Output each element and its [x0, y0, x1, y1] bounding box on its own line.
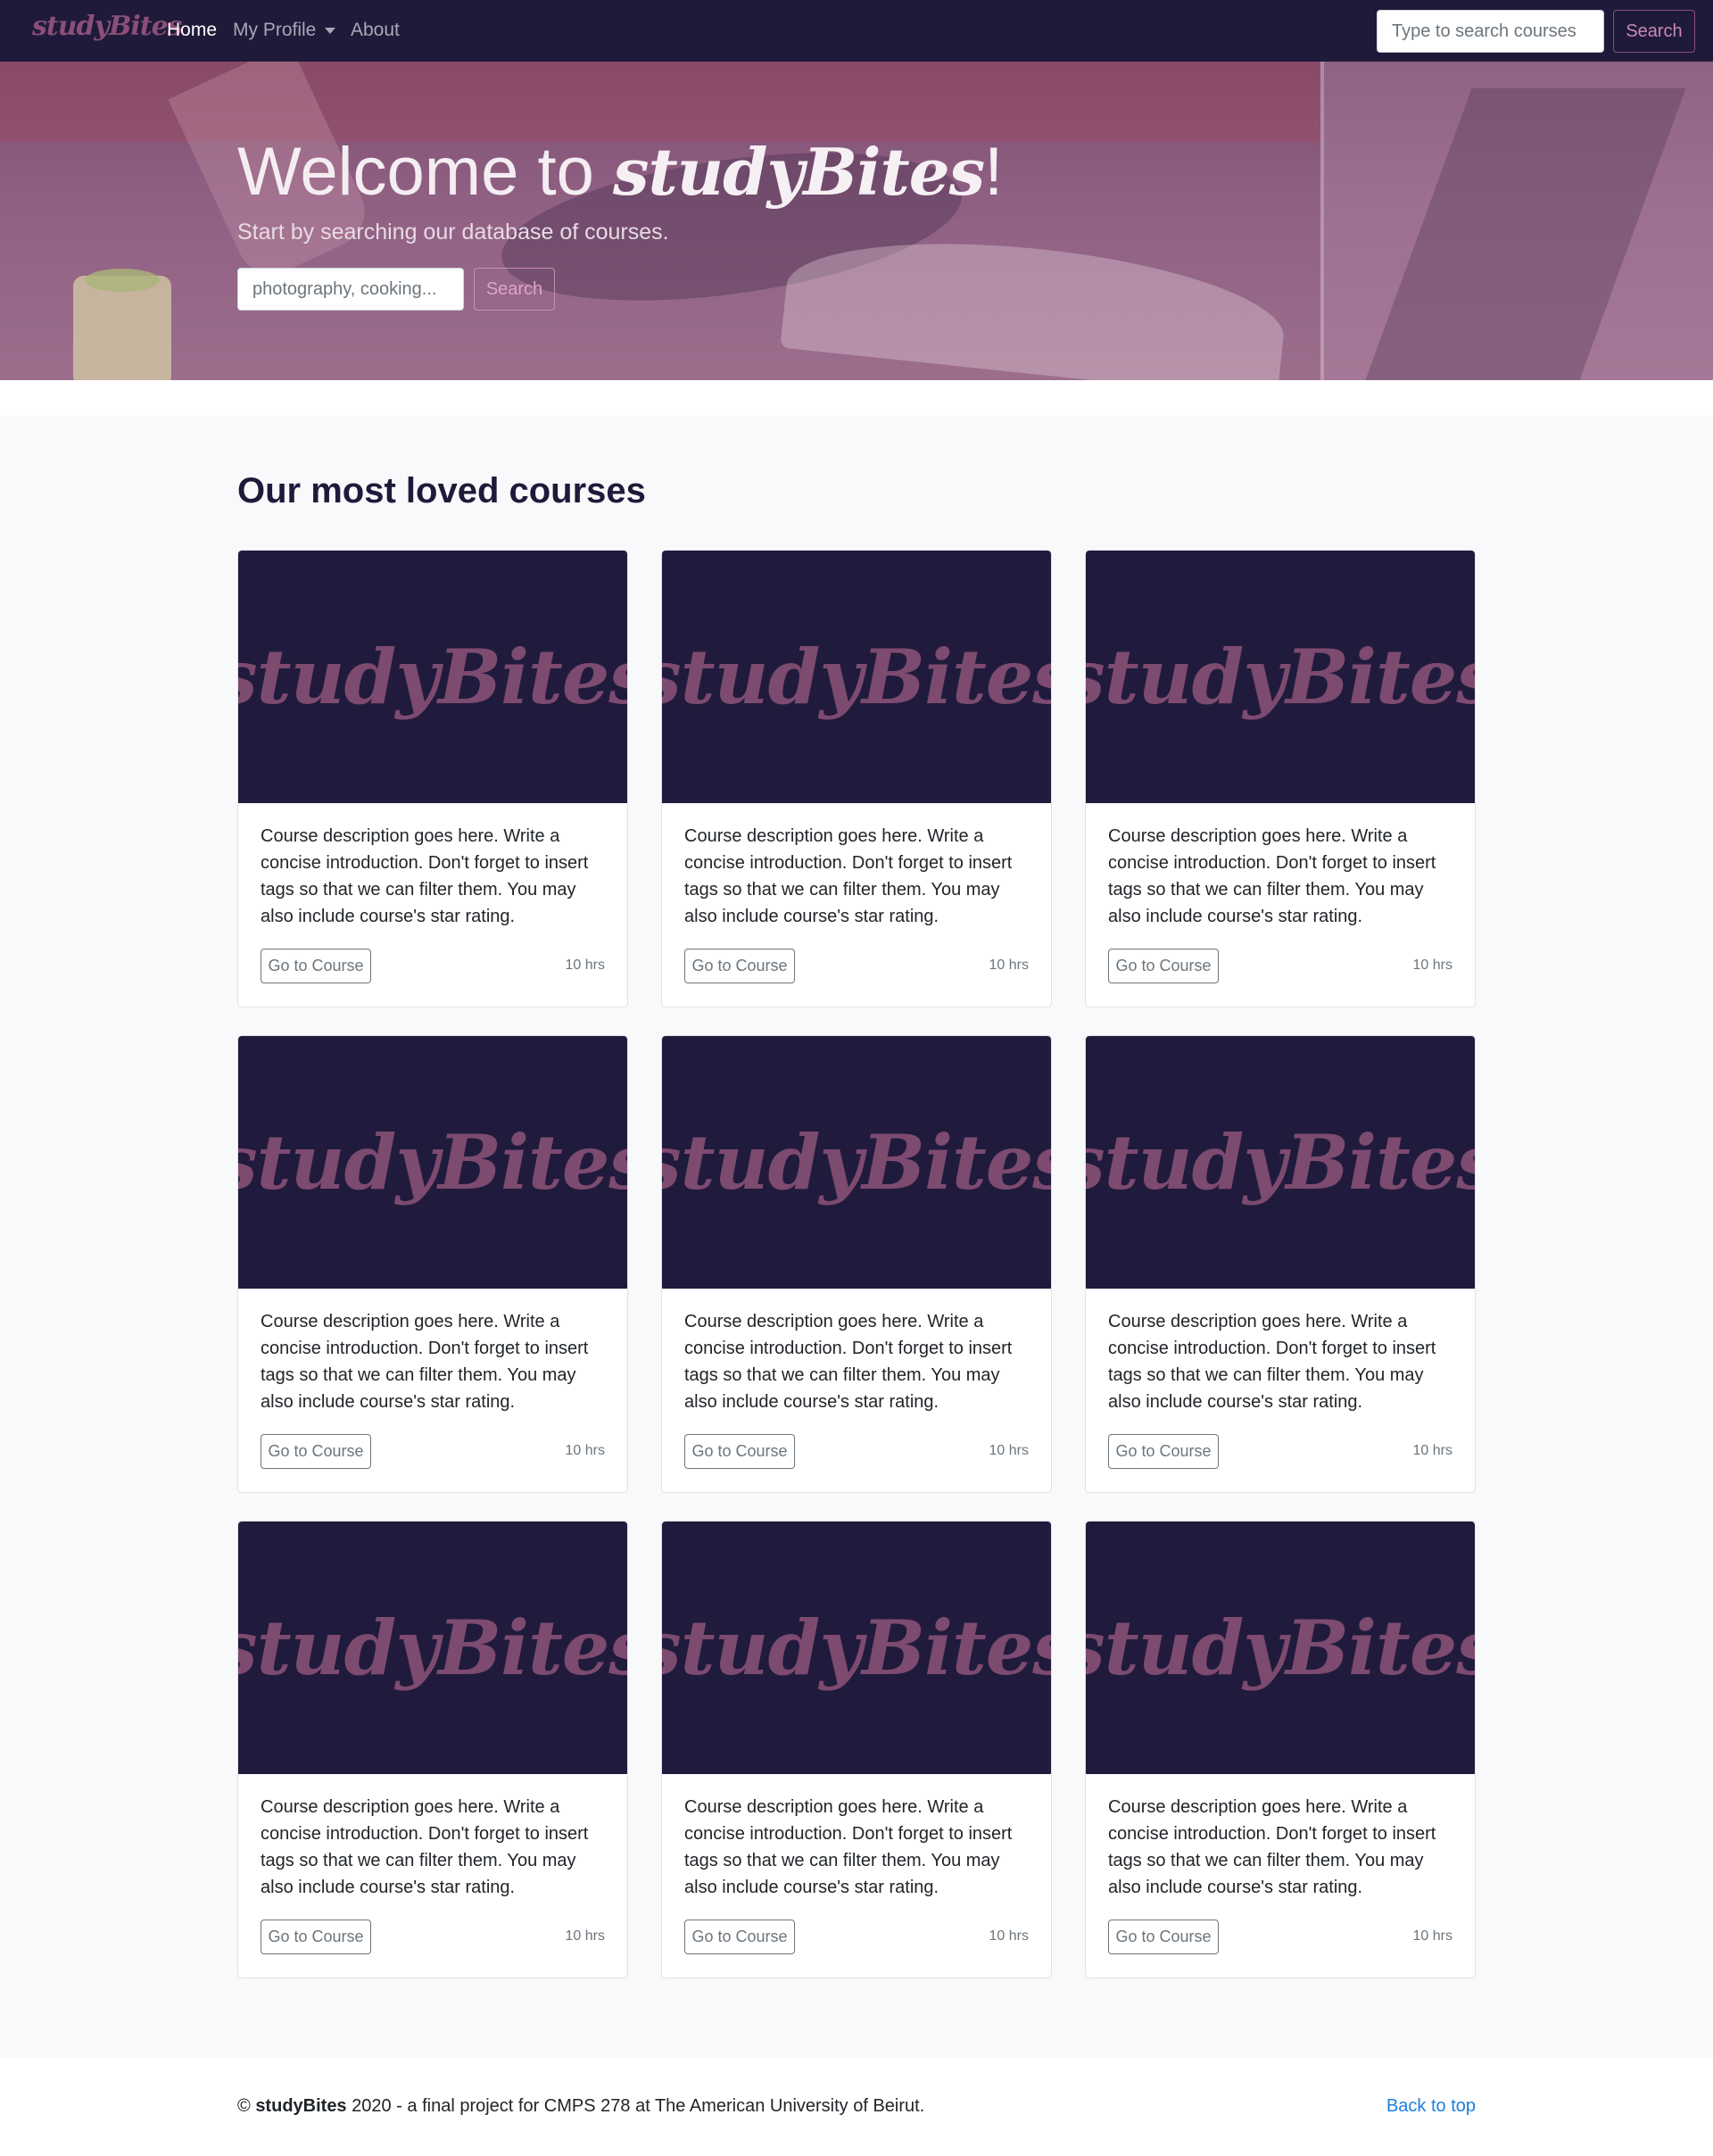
course-thumbnail: studyBites	[238, 1036, 627, 1289]
go-to-course-button[interactable]: Go to Course	[261, 1920, 371, 1954]
hero-title-suffix: !	[984, 134, 1004, 210]
navbar: studyBites Home My Profile About Search	[0, 0, 1713, 62]
course-duration: 10 hrs	[989, 958, 1029, 973]
copyright-symbol: ©	[237, 2096, 251, 2116]
course-duration: 10 hrs	[565, 1928, 605, 1944]
course-duration: 10 hrs	[1412, 1928, 1452, 1944]
go-to-course-button[interactable]: Go to Course	[261, 1434, 371, 1469]
course-card: studyBites Course description goes here. …	[661, 1521, 1052, 1978]
course-thumbnail-logo: studyBites	[237, 633, 627, 721]
brand-logo[interactable]: studyBites	[32, 11, 183, 42]
go-to-course-button[interactable]: Go to Course	[261, 949, 371, 983]
course-thumbnail-logo: studyBites	[1085, 1118, 1475, 1207]
go-to-course-button[interactable]: Go to Course	[1108, 1920, 1219, 1954]
go-to-course-button[interactable]: Go to Course	[1108, 949, 1219, 983]
course-duration: 10 hrs	[989, 1443, 1029, 1458]
nav-dropdown-my-profile[interactable]: My Profile	[233, 20, 336, 41]
courses-section: Our most loved courses studyBites Course …	[0, 416, 1713, 2058]
back-to-top-link[interactable]: Back to top	[1386, 2096, 1476, 2117]
go-to-course-button[interactable]: Go to Course	[684, 949, 795, 983]
hero-title-prefix: Welcome to	[237, 134, 613, 210]
course-thumbnail: studyBites	[662, 1036, 1051, 1289]
course-description: Course description goes here. Write a co…	[684, 1312, 1013, 1412]
course-description: Course description goes here. Write a co…	[261, 826, 589, 926]
course-thumbnail-logo: studyBites	[237, 1118, 627, 1207]
course-thumbnail: studyBites	[1086, 1522, 1475, 1774]
course-thumbnail-logo: studyBites	[1085, 1604, 1475, 1692]
navbar-search-input[interactable]	[1377, 10, 1604, 53]
footer: © studyBites 2020 - a final project for …	[0, 2058, 1713, 2156]
nav-link-about[interactable]: About	[351, 20, 400, 41]
course-duration: 10 hrs	[1412, 1443, 1452, 1458]
go-to-course-button[interactable]: Go to Course	[1108, 1434, 1219, 1469]
course-description: Course description goes here. Write a co…	[261, 1797, 589, 1897]
hero-subtitle: Start by searching our database of cours…	[237, 220, 669, 245]
course-description: Course description goes here. Write a co…	[261, 1312, 589, 1412]
course-card: studyBites Course description goes here. …	[661, 1035, 1052, 1493]
course-card: studyBites Course description goes here. …	[661, 550, 1052, 1008]
go-to-course-button[interactable]: Go to Course	[684, 1434, 795, 1469]
nav-link-my-profile-label: My Profile	[233, 20, 317, 40]
course-card: studyBites Course description goes here. …	[1085, 1035, 1476, 1493]
course-thumbnail-logo: studyBites	[661, 633, 1051, 721]
nav-link-home[interactable]: Home	[167, 20, 217, 41]
course-thumbnail-logo: studyBites	[661, 1118, 1051, 1207]
course-thumbnail-logo: studyBites	[661, 1604, 1051, 1692]
hero-background-image	[85, 269, 160, 292]
footer-copyright: © studyBites 2020 - a final project for …	[237, 2096, 924, 2117]
footer-text: 2020 - a final project for CMPS 278 at T…	[352, 2096, 925, 2116]
hero-search-button[interactable]: Search	[474, 268, 555, 311]
caret-down-icon	[325, 27, 336, 34]
course-thumbnail: studyBites	[238, 551, 627, 803]
course-description: Course description goes here. Write a co…	[1108, 1312, 1436, 1412]
hero-search-input[interactable]	[237, 268, 464, 311]
course-card: studyBites Course description goes here. …	[237, 550, 628, 1008]
section-title: Our most loved courses	[237, 471, 646, 510]
course-thumbnail: studyBites	[1086, 551, 1475, 803]
hero-background-image	[1320, 62, 1324, 380]
course-description: Course description goes here. Write a co…	[1108, 1797, 1436, 1897]
footer-brand: studyBites	[255, 2096, 347, 2116]
course-grid: studyBites Course description goes here. …	[237, 550, 1476, 1978]
course-card: studyBites Course description goes here. …	[1085, 550, 1476, 1008]
course-card: studyBites Course description goes here. …	[1085, 1521, 1476, 1978]
course-thumbnail: studyBites	[1086, 1036, 1475, 1289]
course-duration: 10 hrs	[565, 1443, 605, 1458]
course-description: Course description goes here. Write a co…	[684, 1797, 1013, 1897]
course-description: Course description goes here. Write a co…	[684, 826, 1013, 926]
course-duration: 10 hrs	[989, 1928, 1029, 1944]
course-card: studyBites Course description goes here. …	[237, 1521, 628, 1978]
course-thumbnail-logo: studyBites	[237, 1604, 627, 1692]
course-duration: 10 hrs	[1412, 958, 1452, 973]
course-thumbnail: studyBites	[238, 1522, 627, 1774]
course-thumbnail-logo: studyBites	[1085, 633, 1475, 721]
course-card: studyBites Course description goes here. …	[237, 1035, 628, 1493]
go-to-course-button[interactable]: Go to Course	[684, 1920, 795, 1954]
course-duration: 10 hrs	[565, 958, 605, 973]
course-description: Course description goes here. Write a co…	[1108, 826, 1436, 926]
course-thumbnail: studyBites	[662, 1522, 1051, 1774]
course-thumbnail: studyBites	[662, 551, 1051, 803]
hero-banner: Welcome to studyBites! Start by searchin…	[0, 62, 1713, 380]
hero-title: Welcome to studyBites!	[237, 133, 1003, 211]
navbar-search-button[interactable]: Search	[1613, 10, 1695, 53]
hero-title-brand: studyBites	[612, 134, 985, 210]
